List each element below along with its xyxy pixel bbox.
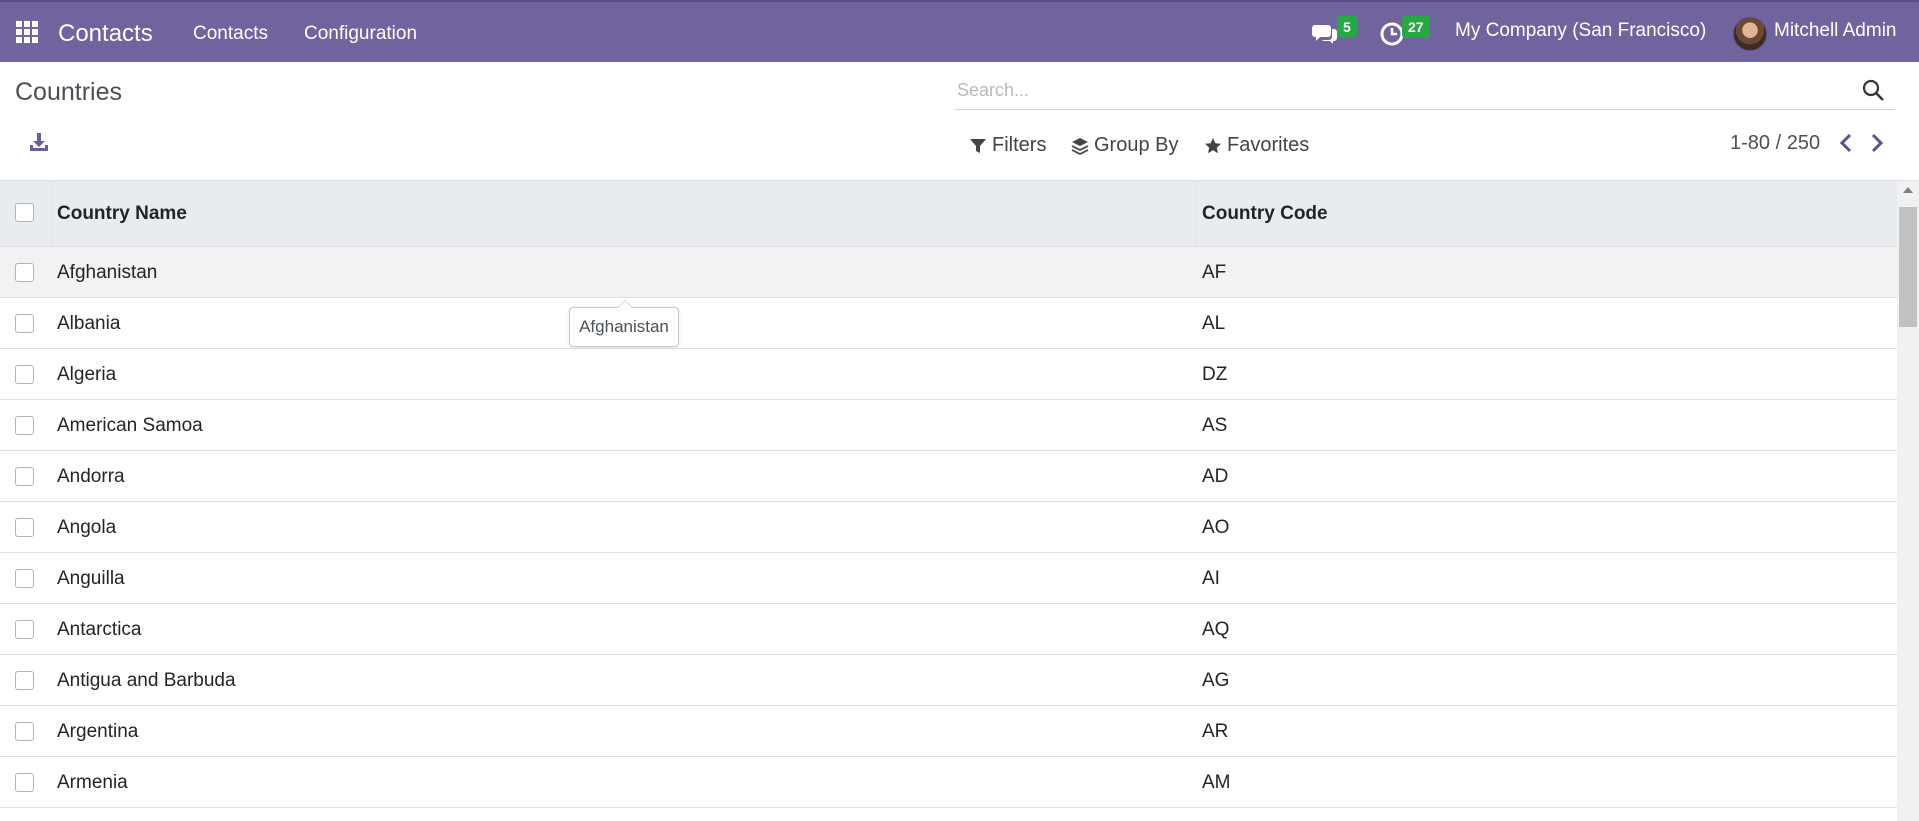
vertical-scrollbar[interactable] (1897, 181, 1919, 821)
country-code-cell: AQ (1202, 619, 1230, 640)
row-checkbox[interactable] (15, 518, 34, 537)
row-checkbox[interactable] (15, 263, 34, 282)
app-title[interactable]: Contacts (58, 20, 153, 48)
table-row[interactable]: Andorra AD (0, 451, 1897, 502)
filters-label: Filters (992, 134, 1047, 156)
country-code-cell: AF (1202, 262, 1227, 283)
download-icon[interactable] (28, 131, 50, 153)
table-header: Country Name Country Code (0, 181, 1897, 247)
row-checkbox[interactable] (15, 416, 34, 435)
table-row[interactable]: Angola AO (0, 502, 1897, 553)
search-icon[interactable] (1861, 78, 1885, 102)
country-name-cell: Antigua and Barbuda (57, 670, 236, 691)
country-code-cell: AS (1202, 415, 1228, 436)
row-checkbox[interactable] (15, 671, 34, 690)
country-code-cell: AI (1202, 568, 1220, 589)
table-row[interactable]: Antigua and Barbuda AG (0, 655, 1897, 706)
column-divider (1195, 181, 1196, 247)
user-menu[interactable]: Mitchell Admin (1774, 20, 1897, 42)
group-by-label: Group By (1094, 134, 1179, 156)
country-name-cell: Afghanistan (57, 262, 158, 283)
table-row[interactable]: Afghanistan AF (0, 247, 1897, 298)
table-row[interactable]: Albania AL (0, 298, 1897, 349)
country-code-cell: AL (1202, 313, 1226, 334)
country-code-cell: AR (1202, 721, 1229, 742)
star-icon (1205, 137, 1221, 153)
search-input[interactable] (955, 75, 1835, 106)
table-row[interactable]: Algeria DZ (0, 349, 1897, 400)
country-code-cell: AD (1202, 466, 1229, 487)
row-checkbox[interactable] (15, 569, 34, 588)
row-checkbox[interactable] (15, 365, 34, 384)
chevron-left-icon[interactable] (1837, 132, 1855, 154)
table-row[interactable] (0, 808, 1897, 821)
select-all-checkbox[interactable] (15, 203, 34, 222)
layers-icon (1071, 137, 1089, 155)
row-checkbox[interactable] (15, 467, 34, 486)
menu-contacts[interactable]: Contacts (193, 23, 268, 45)
table-row[interactable]: Antarctica AQ (0, 604, 1897, 655)
chat-icon[interactable] (1311, 19, 1339, 47)
scroll-up-arrow-icon[interactable] (1903, 187, 1913, 193)
country-name-cell: Armenia (57, 772, 128, 793)
country-code-cell: AM (1202, 772, 1231, 793)
country-code-cell: AO (1202, 517, 1230, 538)
group-by-button[interactable]: Group By (1071, 134, 1178, 157)
row-checkbox[interactable] (15, 773, 34, 792)
country-name-cell: Antarctica (57, 619, 142, 640)
table-row[interactable]: American Samoa AS (0, 400, 1897, 451)
table-body: Afghanistan AF Albania AL Algeria DZ Ame… (0, 247, 1897, 821)
table-row[interactable]: Argentina AR (0, 706, 1897, 757)
row-checkbox[interactable] (15, 314, 34, 333)
column-header-country-code[interactable]: Country Code (1202, 203, 1328, 225)
country-name-cell: Andorra (57, 466, 125, 487)
column-divider (51, 181, 52, 247)
country-name-cell: American Samoa (57, 415, 203, 436)
country-name-cell: Anguilla (57, 568, 125, 589)
table-row[interactable]: Anguilla AI (0, 553, 1897, 604)
filter-icon (970, 138, 986, 153)
main-navbar: Contacts Contacts Configuration 5 27 My … (0, 0, 1919, 62)
countries-list: Country Name Country Code Afghanistan AF… (0, 180, 1919, 821)
row-checkbox[interactable] (15, 620, 34, 639)
messages-badge: 5 (1337, 16, 1357, 38)
scrollbar-thumb[interactable] (1899, 207, 1917, 327)
country-name-cell: Algeria (57, 364, 117, 385)
favorites-button[interactable]: Favorites (1204, 134, 1309, 157)
menu-configuration[interactable]: Configuration (304, 23, 417, 45)
activities-badge: 27 (1402, 16, 1430, 38)
country-name-cell: Albania (57, 313, 121, 334)
pager-value[interactable]: 1-80 / 250 (1730, 132, 1820, 155)
page-title: Countries (15, 78, 122, 106)
column-header-country-name[interactable]: Country Name (57, 203, 187, 225)
user-avatar[interactable] (1733, 17, 1767, 51)
country-name-cell: Argentina (57, 721, 139, 742)
country-name-cell: Angola (57, 517, 117, 538)
country-code-cell: DZ (1202, 364, 1228, 385)
filters-button[interactable]: Filters (969, 134, 1046, 157)
search-bar (955, 72, 1895, 110)
favorites-label: Favorites (1227, 134, 1310, 156)
country-code-cell: AG (1202, 670, 1230, 691)
row-checkbox[interactable] (15, 722, 34, 741)
name-tooltip: Afghanistan (569, 300, 679, 347)
chevron-right-icon[interactable] (1868, 132, 1886, 154)
table-row[interactable]: Armenia AM (0, 757, 1897, 808)
apps-grid-icon[interactable] (16, 21, 38, 43)
company-switcher[interactable]: My Company (San Francisco) (1455, 20, 1706, 42)
